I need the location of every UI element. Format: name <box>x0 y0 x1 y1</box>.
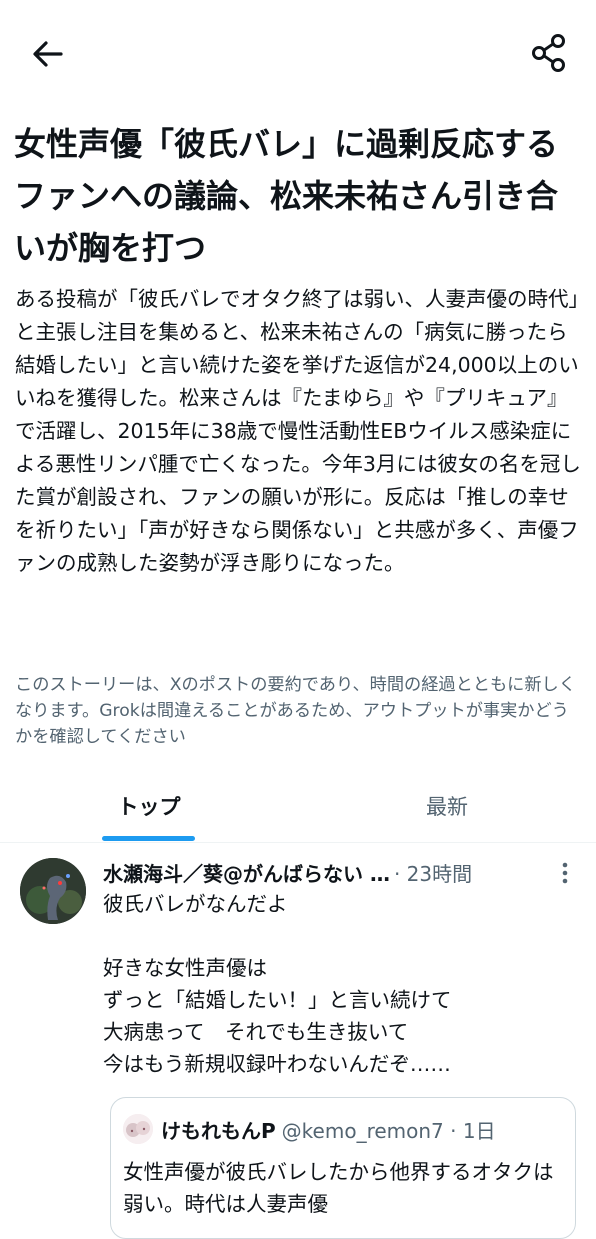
tab-top[interactable]: トップ <box>0 770 298 842</box>
story-summary: ある投稿が「彼氏バレでオタク終了は弱い、人妻声優の時代」と主張し注目を集めると、… <box>15 287 581 575</box>
avatar[interactable] <box>20 858 86 924</box>
quoted-post-header: けもれもんP @kemo_remon7 · 1日 <box>123 1114 496 1144</box>
quoted-handle: @kemo_remon7 · 1日 <box>281 1118 496 1143</box>
arrow-left-icon <box>33 41 63 67</box>
share-icon <box>532 34 565 72</box>
avatar-image <box>20 858 86 924</box>
top-bar <box>0 0 596 105</box>
post-timestamp[interactable]: · 23時間 <box>394 858 472 887</box>
quoted-author: けもれもんP <box>161 1118 276 1143</box>
quoted-post[interactable]: けもれもんP @kemo_remon7 · 1日 女性声優が彼氏バレしたから他界… <box>110 1097 576 1239</box>
post-header: 水瀬海斗／葵@がんばらない … · 23時間 <box>103 856 593 888</box>
back-button[interactable] <box>28 34 68 74</box>
post-author[interactable]: 水瀬海斗／葵@がんばらない … <box>103 858 390 887</box>
story-disclaimer: このストーリーは、Xのポストの要約であり、時間の経過とともに新しくなります。Gr… <box>15 675 576 747</box>
more-button[interactable] <box>552 860 578 886</box>
quoted-avatar <box>123 1114 153 1144</box>
post-text: 彼氏バレがなんだよ 好きな女性声優は ずっと「結婚したい！」と言い続けて 大病患… <box>103 892 452 1076</box>
story-title: 女性声優「彼氏バレ」に過剰反応するファンへの議論、松来未祐さん引き合いが胸を打つ <box>14 125 559 267</box>
more-vertical-icon <box>562 862 568 884</box>
share-button[interactable] <box>528 32 570 74</box>
tab-latest[interactable]: 最新 <box>298 770 596 842</box>
active-tab-indicator <box>102 836 195 841</box>
quoted-text: 女性声優が彼氏バレしたから他界するオタクは弱い。時代は人妻声優 <box>123 1160 554 1216</box>
tab-bar: トップ 最新 <box>0 770 596 843</box>
